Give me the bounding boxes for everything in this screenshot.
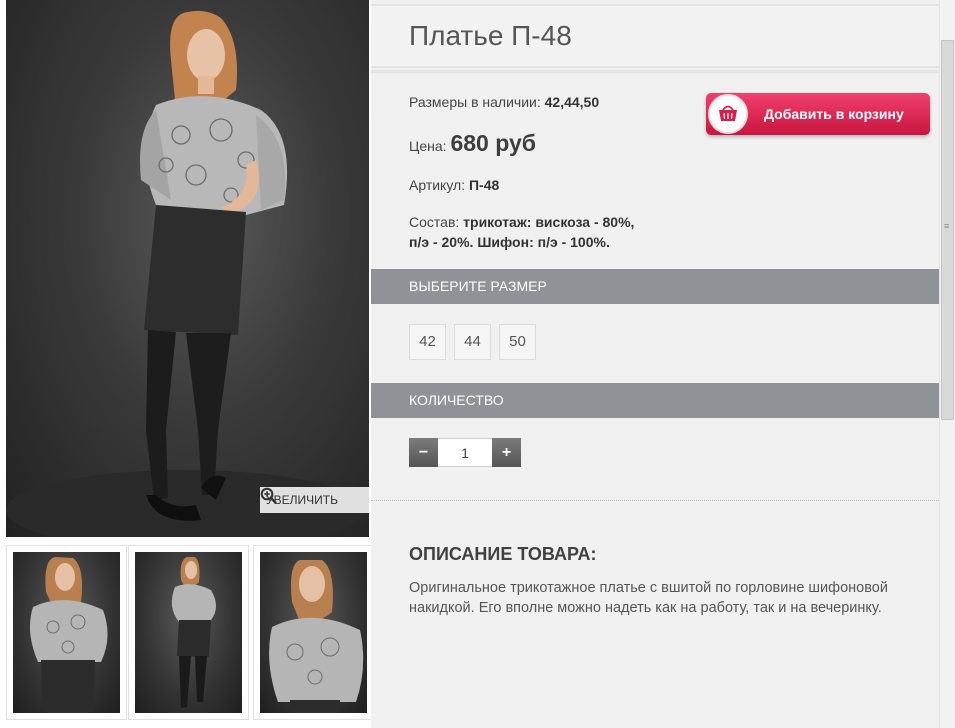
add-to-cart-button[interactable]: Добавить в корзину: [706, 93, 930, 135]
page-scrollbar[interactable]: ≡: [939, 0, 955, 728]
price-label: Цена:: [409, 138, 447, 154]
grip-icon: ≡: [944, 221, 950, 231]
size-option-42[interactable]: 42: [409, 324, 446, 360]
title-bar: Платье П-48: [371, 4, 939, 68]
composition-line1: трикотаж: вискоза - 80%,: [463, 214, 635, 230]
description-heading: ОПИСАНИЕ ТОВАРА:: [409, 544, 597, 564]
price-value: 680 руб: [450, 130, 536, 156]
thumbnail-2[interactable]: [128, 545, 249, 720]
zoom-button[interactable]: УВЕЛИЧИТЬ: [260, 487, 369, 513]
sizes-available: Размеры в наличии: 42,44,50: [409, 94, 599, 110]
quantity-section-heading: КОЛИЧЕСТВО: [371, 383, 939, 418]
product-info-panel: Платье П-48 Размеры в наличии: 42,44,50 …: [371, 0, 939, 728]
size-section-heading: ВЫБЕРИТЕ РАЗМЕР: [371, 269, 939, 304]
thumbnail-photo: [260, 552, 367, 713]
thumbnail-strip: [6, 545, 374, 728]
price: Цена: 680 руб: [409, 130, 536, 157]
size-option-50[interactable]: 50: [499, 324, 536, 360]
add-to-cart-label: Добавить в корзину: [764, 106, 904, 122]
sizes-value: 42,44,50: [544, 94, 600, 110]
basket-icon-circle: [708, 94, 748, 134]
scrollbar-thumb[interactable]: ≡: [941, 40, 954, 420]
article: Артикул: П-48: [409, 177, 499, 193]
composition: Состав: трикотаж: вискоза - 80%, п/э - 2…: [409, 212, 634, 252]
composition-line2: п/э - 20%. Шифон: п/э - 100%.: [409, 234, 610, 250]
sizes-label: Размеры в наличии:: [409, 94, 541, 110]
model-photo-illustration: [6, 10, 366, 537]
quantity-stepper: − +: [409, 438, 521, 467]
divider: [371, 500, 939, 501]
description-text: Оригинальное трикотажное платье с вшитой…: [409, 580, 888, 616]
article-label: Артикул:: [409, 177, 466, 193]
basket-icon: [719, 105, 737, 121]
increase-button[interactable]: +: [492, 438, 521, 467]
composition-label: Состав:: [409, 214, 460, 230]
product-main-photo[interactable]: УВЕЛИЧИТЬ: [6, 0, 369, 537]
quantity-input[interactable]: [438, 438, 492, 467]
magnifier-plus-icon: [260, 487, 277, 504]
article-value: П-48: [468, 177, 500, 193]
thumbnail-photo: [135, 552, 242, 713]
decrease-button[interactable]: −: [409, 438, 438, 467]
divider: [371, 70, 939, 73]
thumbnail-1[interactable]: [6, 545, 127, 720]
product-title: Платье П-48: [409, 20, 572, 51]
size-option-44[interactable]: 44: [454, 324, 491, 360]
thumbnail-3[interactable]: [253, 545, 374, 720]
thumbnail-photo: [13, 552, 120, 713]
